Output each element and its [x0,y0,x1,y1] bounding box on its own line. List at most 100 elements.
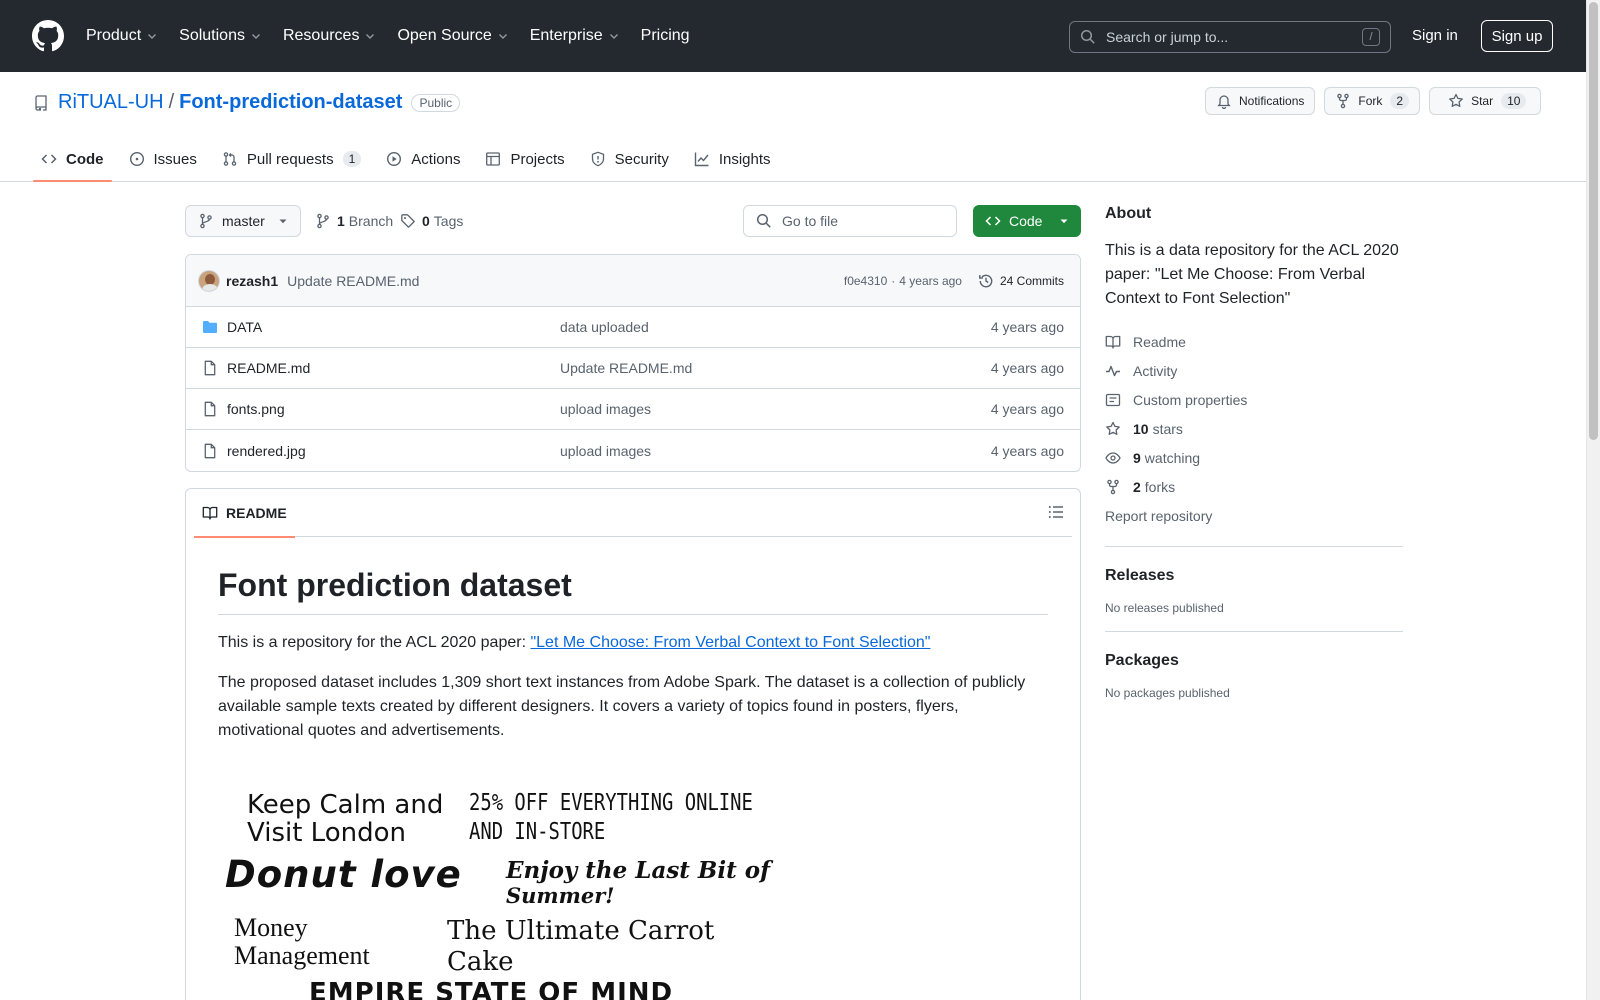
star-icon [1449,93,1463,107]
file-name[interactable]: README.md [227,360,560,376]
activity-link[interactable]: Activity [1105,356,1403,385]
list-outline-icon[interactable] [1048,504,1064,520]
pulse-icon [1106,365,1120,376]
tag-label: Tags [433,213,464,229]
commit-time: 4 years ago [899,273,962,288]
nav-label: Product [86,27,142,44]
readme-link[interactable]: Readme [1105,327,1403,356]
repo-path-separator: / [168,91,175,113]
fork-button[interactable]: Fork 2 [1324,87,1421,115]
forks-link[interactable]: 2 forks [1105,472,1403,501]
font-sample-text: The Ultimate Carrot [447,916,715,946]
tab-code[interactable]: Code [33,136,112,182]
table-icon [486,152,501,166]
tab-issues[interactable]: Issues [121,136,205,182]
notifications-button[interactable]: Notifications [1205,87,1316,115]
file-name[interactable]: DATA [227,319,560,335]
chevron-down-icon [498,34,507,39]
sign-in-link[interactable]: Sign in [1412,27,1458,44]
commit-author-link[interactable]: rezash1 [226,273,278,289]
code-button[interactable]: Code [973,205,1081,237]
nav-solutions[interactable]: Solutions [179,27,262,45]
releases-heading[interactable]: Releases [1105,567,1403,585]
file-name[interactable]: rendered.jpg [227,443,560,459]
file-name[interactable]: fonts.png [227,401,560,417]
github-logo-icon[interactable] [32,20,64,52]
tab-label: Projects [510,150,565,168]
repo-owner-link[interactable]: RiTUAL-UH [58,91,164,114]
branch-name: master [222,213,265,229]
tags-link[interactable]: 0 Tags [400,205,463,237]
file-commit-message[interactable]: data uploaded [560,319,991,335]
custom-properties-label: Custom properties [1133,391,1248,408]
nav-open-source[interactable]: Open Source [397,27,508,45]
readme-title: Font prediction dataset [218,567,1048,615]
file-icon [204,443,216,458]
file-commit-message[interactable]: upload images [560,443,991,459]
tab-security[interactable]: Security [582,136,677,182]
repo-name-link[interactable]: Font-prediction-dataset [179,91,402,114]
nav-enterprise[interactable]: Enterprise [530,27,620,45]
report-repository-link[interactable]: Report repository [1105,501,1403,530]
commits-count-label: 24 Commits [999,273,1064,288]
nav-label: Open Source [397,27,492,44]
file-commit-message[interactable]: Update README.md [560,360,991,376]
branches-link[interactable]: 1 Branch [315,205,393,237]
avatar[interactable] [198,269,220,292]
book-icon [1105,335,1121,349]
tab-projects[interactable]: Projects [477,136,572,182]
packages-heading[interactable]: Packages [1105,652,1403,670]
file-commit-message[interactable]: upload images [560,401,991,417]
fork-icon [1107,479,1119,494]
readme-header: README [194,489,1072,538]
tab-label: Issues [153,150,197,168]
repo-title: RiTUAL-UH / Font-prediction-dataset Publ… [33,91,461,114]
star-label: Star [1471,94,1494,108]
paper-link[interactable]: "Let Me Choose: From Verbal Context to F… [530,634,930,651]
page-scrollbar[interactable] [1586,0,1600,1000]
stars-link[interactable]: 10 stars [1105,414,1403,443]
fork-label: Fork [1358,94,1383,108]
file-row-data[interactable]: DATA data uploaded 4 years ago [186,307,1080,348]
readme-link-label: Readme [1133,333,1186,350]
caret-down-icon [1060,219,1068,224]
commit-hash-link[interactable]: f0e4310 [844,274,887,288]
folder-icon [203,321,217,333]
fonts-sample-image: Keep Calm and Visit London 25% OFF EVERY… [218,773,770,1000]
repository-header: RiTUAL-UH / Font-prediction-dataset Publ… [0,72,1586,182]
shield-icon [591,151,604,167]
forks-label: forks [1144,478,1176,495]
repo-icon [35,94,47,111]
file-row-rendered-jpg[interactable]: rendered.jpg upload images 4 years ago [186,430,1080,471]
commits-history-link[interactable]: 24 Commits [978,273,1064,289]
go-to-file-input[interactable]: Go to file [743,205,957,237]
scrollbar-thumb[interactable] [1589,2,1598,440]
file-row-fonts-png[interactable]: fonts.png upload images 4 years ago [186,389,1080,430]
tab-pull-requests[interactable]: Pull requests 1 [214,136,369,182]
activity-link-label: Activity [1133,362,1178,379]
nav-label: Solutions [179,27,245,44]
pull-request-icon [223,152,237,166]
nav-label: Pricing [640,27,690,44]
custom-properties-link[interactable]: Custom properties [1105,385,1403,414]
file-row-readme[interactable]: README.md Update README.md 4 years ago [186,348,1080,389]
star-button[interactable]: Star 10 [1429,87,1542,115]
nav-product[interactable]: Product [86,27,158,45]
tab-insights[interactable]: Insights [686,136,779,182]
search-icon [1080,29,1095,44]
code-icon [41,154,57,164]
search-shortcut-key: / [1362,28,1380,46]
branch-selector-button[interactable]: master [185,205,301,237]
packages-note: No packages published [1105,686,1230,700]
global-search-input[interactable]: Search or jump to... / [1069,21,1391,53]
file-icon [204,401,216,417]
tab-actions[interactable]: Actions [378,136,468,182]
sign-up-button[interactable]: Sign up [1481,20,1553,52]
file-browser: rezash1 Update README.md f0e4310 · 4 yea… [185,254,1081,472]
font-sample-text: Money [234,913,308,942]
watching-link[interactable]: 9 watching [1105,443,1403,472]
nav-resources[interactable]: Resources [283,27,376,45]
nav-pricing[interactable]: Pricing [641,27,690,45]
readme-tab[interactable]: README [194,489,295,538]
commit-message-link[interactable]: Update README.md [287,273,419,289]
